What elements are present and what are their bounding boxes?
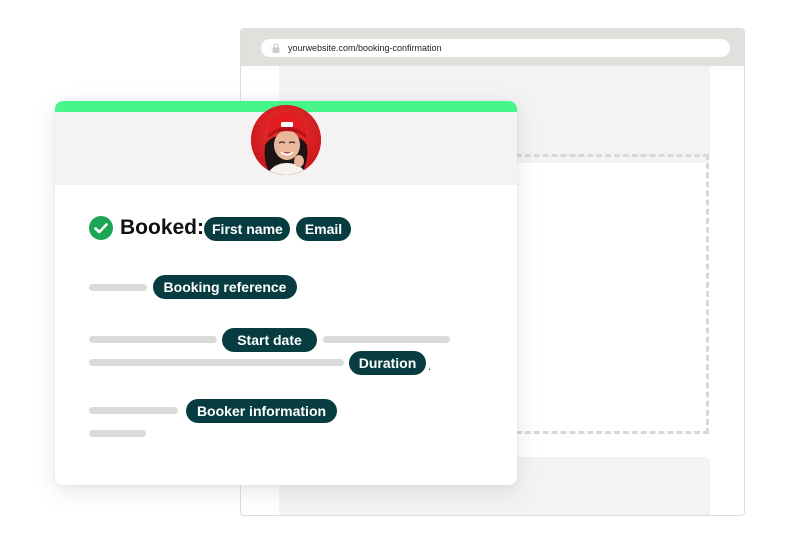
start-date-tag: Start date: [222, 328, 317, 352]
placeholder-text-bar: [89, 284, 147, 291]
booker-information-tag: Booker information: [186, 399, 337, 423]
browser-address-bar: yourwebsite.com/booking-confirmation: [241, 29, 744, 66]
email-tag: Email: [296, 217, 351, 241]
placeholder-text-bar: [89, 430, 146, 437]
booked-label: Booked:: [120, 216, 204, 239]
lock-icon: [272, 43, 280, 53]
placeholder-text-bar: [89, 336, 217, 343]
sentence-period: .: [428, 361, 432, 373]
embed-area-placeholder: [516, 154, 709, 434]
check-circle-icon: [89, 216, 113, 240]
placeholder-text-bar: [89, 407, 178, 414]
placeholder-text-bar: [323, 336, 450, 343]
first-name-tag: First name: [204, 217, 290, 241]
avatar-image: [251, 105, 321, 175]
booking-reference-tag: Booking reference: [153, 275, 297, 299]
duration-tag: Duration: [349, 351, 426, 375]
booking-confirmation-illustration: yourwebsite.com/booking-confirmation Boo…: [0, 0, 800, 548]
url-field[interactable]: yourwebsite.com/booking-confirmation: [261, 39, 730, 57]
user-avatar: [251, 105, 321, 175]
url-text: yourwebsite.com/booking-confirmation: [288, 43, 442, 53]
placeholder-text-bar: [89, 359, 344, 366]
